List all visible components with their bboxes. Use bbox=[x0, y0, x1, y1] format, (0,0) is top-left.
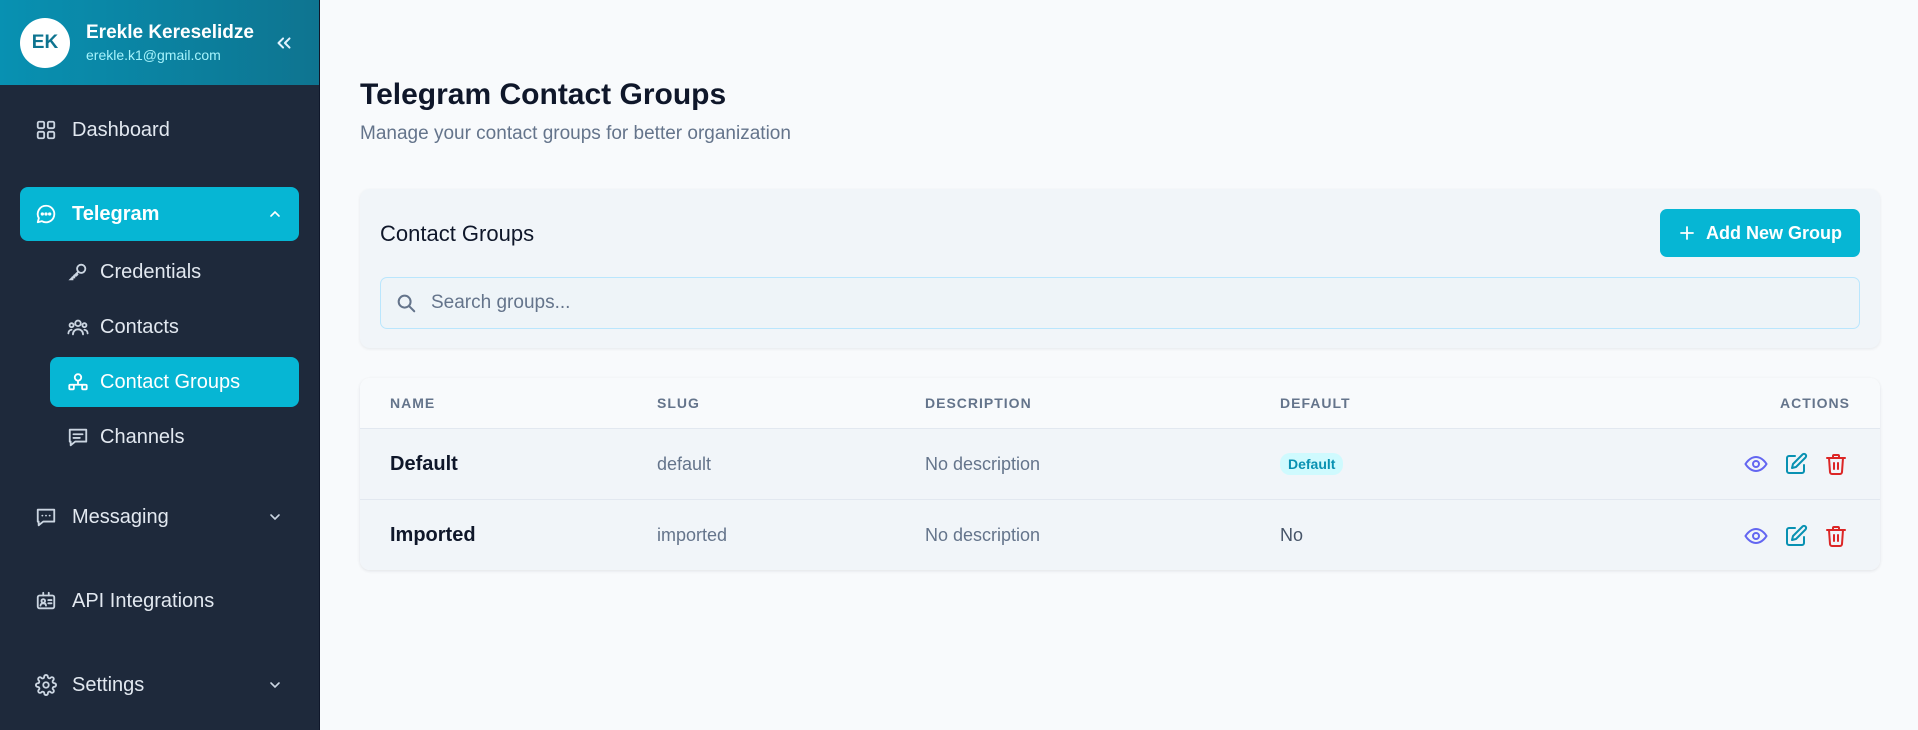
column-header-name[interactable]: NAME bbox=[360, 395, 657, 411]
group-name: Default bbox=[390, 452, 458, 475]
collapse-sidebar-button[interactable] bbox=[269, 28, 299, 58]
sidebar: EK Erekle Kereselidze erekle.k1@gmail.co… bbox=[0, 0, 320, 730]
id-card-icon bbox=[34, 589, 58, 613]
gear-icon bbox=[34, 673, 58, 697]
contact-groups-card: Contact Groups Add New Group bbox=[360, 189, 1880, 348]
sidebar-item-label: Channels bbox=[100, 425, 185, 448]
user-header: EK Erekle Kereselidze erekle.k1@gmail.co… bbox=[0, 0, 319, 85]
groups-table: NAME SLUG DESCRIPTION DEFAULT ACTIONS De… bbox=[360, 378, 1880, 570]
sidebar-nav: Dashboard Telegram Credentials Contacts … bbox=[0, 85, 319, 712]
sidebar-item-api-integrations[interactable]: API Integrations bbox=[20, 574, 299, 628]
sidebar-item-label: Settings bbox=[72, 673, 145, 696]
chevron-up-icon bbox=[265, 204, 285, 224]
sidebar-item-telegram[interactable]: Telegram bbox=[20, 187, 299, 241]
column-header-default[interactable]: DEFAULT bbox=[1280, 395, 1640, 411]
sidebar-item-label: Telegram bbox=[72, 202, 160, 225]
main-content: Telegram Contact Groups Manage your cont… bbox=[321, 0, 1918, 730]
page-title: Telegram Contact Groups bbox=[360, 78, 727, 111]
chat-bubble-icon bbox=[34, 202, 58, 226]
sidebar-item-label: Credentials bbox=[100, 260, 202, 283]
search-box bbox=[380, 277, 1860, 329]
chevron-down-icon bbox=[265, 675, 285, 695]
sidebar-item-dashboard[interactable]: Dashboard bbox=[20, 103, 299, 157]
user-email: erekle.k1@gmail.com bbox=[86, 46, 221, 63]
edit-icon[interactable] bbox=[1782, 522, 1810, 550]
sidebar-item-label: Contacts bbox=[100, 315, 179, 338]
plus-icon bbox=[1678, 224, 1696, 242]
row-actions bbox=[1640, 450, 1880, 478]
chevrons-left-icon bbox=[277, 36, 291, 49]
card-title: Contact Groups bbox=[380, 221, 535, 246]
group-description: No description bbox=[925, 525, 1041, 545]
column-header-slug[interactable]: SLUG bbox=[657, 395, 925, 411]
group-slug: default bbox=[657, 453, 712, 474]
trash-icon[interactable] bbox=[1822, 450, 1850, 478]
message-square-icon bbox=[34, 505, 58, 529]
table-row: Imported imported No description No bbox=[360, 500, 1880, 570]
sidebar-item-channels[interactable]: Channels bbox=[50, 412, 299, 462]
group-default-cell: Default bbox=[1280, 453, 1640, 475]
column-header-description[interactable]: DESCRIPTION bbox=[925, 395, 1280, 411]
telegram-submenu: Credentials Contacts Contact Groups Chan… bbox=[0, 247, 319, 462]
search-groups-input[interactable] bbox=[431, 292, 1831, 314]
row-actions bbox=[1640, 522, 1880, 550]
message-square-icon bbox=[66, 425, 90, 449]
table-header: NAME SLUG DESCRIPTION DEFAULT ACTIONS bbox=[360, 378, 1880, 429]
trash-icon[interactable] bbox=[1822, 522, 1850, 550]
eye-icon[interactable] bbox=[1742, 450, 1770, 478]
sidebar-item-settings[interactable]: Settings bbox=[20, 658, 299, 712]
user-name: Erekle Kereselidze bbox=[86, 21, 254, 43]
sidebar-item-contact-groups[interactable]: Contact Groups bbox=[50, 357, 299, 407]
group-slug: imported bbox=[657, 525, 728, 545]
sidebar-item-label: Messaging bbox=[72, 505, 169, 528]
sidebar-item-contacts[interactable]: Contacts bbox=[50, 302, 299, 352]
group-name: Imported bbox=[390, 524, 476, 546]
add-new-group-label: Add New Group bbox=[1706, 222, 1842, 243]
sidebar-item-credentials[interactable]: Credentials bbox=[50, 247, 299, 297]
default-badge: Default bbox=[1280, 453, 1344, 475]
user-group-icon bbox=[66, 370, 90, 394]
table-row: Default default No description Default bbox=[360, 429, 1880, 500]
search-icon bbox=[397, 294, 416, 313]
sidebar-item-label: Contact Groups bbox=[100, 370, 241, 393]
avatar: EK bbox=[20, 17, 70, 68]
column-header-actions: ACTIONS bbox=[1780, 395, 1850, 411]
group-default-value: No bbox=[1280, 525, 1304, 545]
users-icon bbox=[66, 315, 90, 339]
grid-icon bbox=[34, 118, 58, 142]
sidebar-item-label: API Integrations bbox=[72, 589, 215, 612]
page-subtitle: Manage your contact groups for better or… bbox=[360, 123, 791, 144]
group-description: No description bbox=[925, 453, 1041, 474]
key-icon bbox=[66, 260, 90, 284]
sidebar-item-messaging[interactable]: Messaging bbox=[20, 490, 299, 544]
sidebar-item-label: Dashboard bbox=[72, 118, 170, 141]
eye-icon[interactable] bbox=[1742, 522, 1770, 550]
chevron-down-icon bbox=[265, 507, 285, 527]
edit-icon[interactable] bbox=[1782, 450, 1810, 478]
add-new-group-button[interactable]: Add New Group bbox=[1660, 209, 1860, 257]
user-info: Erekle Kereselidze erekle.k1@gmail.com bbox=[86, 21, 269, 65]
